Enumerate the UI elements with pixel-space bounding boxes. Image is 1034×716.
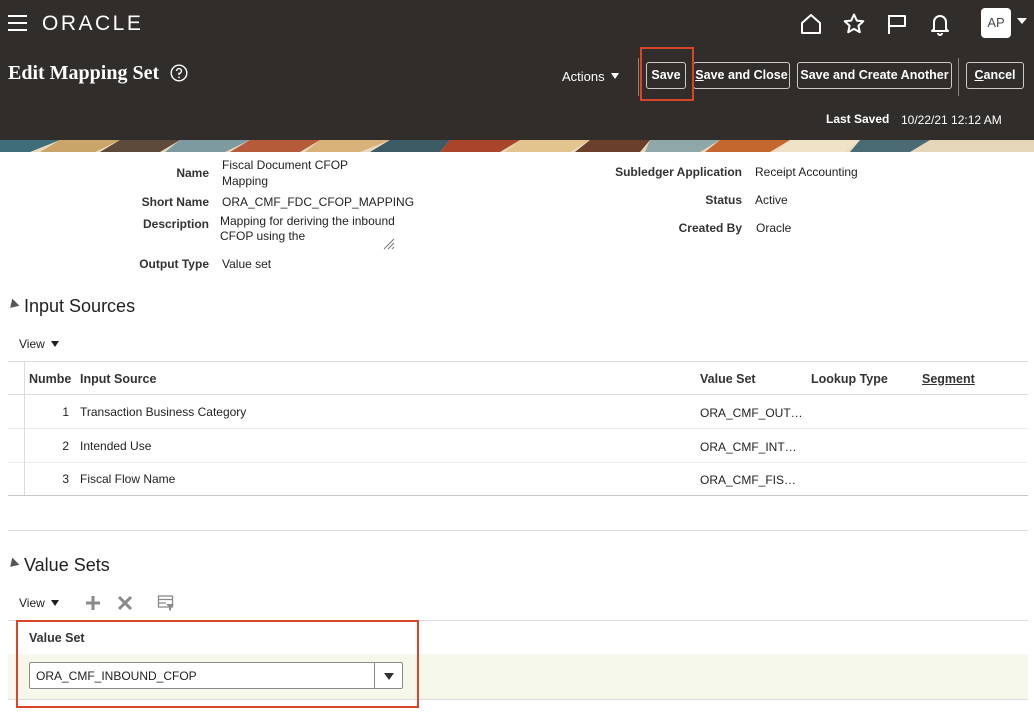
subledger-application-label: Subledger Application — [615, 165, 742, 179]
save-and-close-button[interactable]: Save and Close — [693, 62, 790, 89]
resize-handle-icon[interactable] — [381, 236, 395, 250]
actions-menu[interactable]: Actions — [562, 69, 619, 84]
watchlist-flag-icon[interactable] — [885, 12, 909, 36]
input-sources-view-menu[interactable]: View — [19, 337, 59, 351]
status-label: Status — [705, 193, 742, 207]
row-input-source: Transaction Business Category — [80, 405, 247, 419]
row-input-source: Fiscal Flow Name — [80, 472, 176, 486]
menu-icon[interactable] — [8, 15, 27, 31]
name-label: Name — [176, 166, 209, 180]
save-and-close-mnemonic: S — [695, 68, 704, 82]
cancel-button[interactable]: Cancel — [966, 62, 1024, 89]
home-icon[interactable] — [799, 12, 823, 36]
row-selector-column — [24, 361, 25, 495]
section-divider — [8, 530, 1028, 531]
save-highlight-box — [640, 47, 694, 101]
column-header-input-source[interactable]: Input Source — [80, 372, 156, 386]
add-row-icon[interactable] — [84, 594, 102, 612]
oracle-logo[interactable]: ORACLE — [42, 12, 143, 36]
value-sets-view-menu[interactable]: View — [19, 596, 59, 610]
toolbar-divider — [638, 58, 639, 96]
row-number: 1 — [62, 405, 69, 419]
status-value: Active — [755, 193, 788, 207]
row-number: 3 — [62, 472, 69, 486]
output-type-value: Value set — [222, 257, 272, 271]
help-icon[interactable] — [170, 64, 188, 82]
table-border — [8, 495, 1028, 496]
column-header-segment[interactable]: Segment — [922, 372, 975, 386]
delete-row-icon[interactable] — [116, 594, 134, 612]
collapse-triangle-icon[interactable] — [6, 557, 20, 571]
name-value-line2: Mapping — [222, 174, 269, 188]
chevron-down-icon — [50, 600, 59, 606]
created-by-value: Oracle — [756, 221, 792, 235]
filter-table-icon[interactable] — [157, 594, 175, 612]
actions-label: Actions — [562, 69, 605, 84]
user-avatar[interactable]: AP — [981, 8, 1011, 38]
value-sets-title: Value Sets — [24, 555, 110, 575]
cancel-label: ancel — [983, 68, 1016, 82]
toolbar-divider — [958, 58, 959, 96]
subledger-application-value: Receipt Accounting — [755, 165, 858, 179]
input-sources-header[interactable]: Input Sources — [6, 296, 136, 317]
page-title: Edit Mapping Set — [8, 62, 160, 84]
table-row-divider — [8, 428, 1028, 429]
created-by-label: Created By — [678, 221, 742, 235]
decorative-banner — [0, 140, 1034, 152]
table-border — [8, 361, 1028, 362]
row-input-source: Intended Use — [80, 439, 152, 453]
chevron-down-icon[interactable] — [1017, 18, 1027, 24]
row-value-set[interactable]: ORA_CMF_FIS… — [700, 473, 796, 487]
row-number: 2 — [62, 439, 69, 453]
description-field[interactable]: Mapping for deriving the inbound CFOP us… — [220, 214, 396, 250]
chevron-down-icon — [50, 341, 59, 347]
global-header: ORACLE AP Edit Mapping Set Actions Save … — [0, 0, 1034, 140]
last-saved-value: 10/22/21 12:12 AM — [901, 113, 1002, 127]
view-label: View — [19, 596, 45, 610]
collapse-triangle-icon[interactable] — [6, 298, 20, 312]
save-and-create-another-button[interactable]: Save and Create Another — [797, 62, 952, 89]
row-value-set[interactable]: ORA_CMF_OUT… — [700, 406, 803, 420]
column-header-number[interactable]: Numbe — [29, 372, 71, 386]
row-value-set[interactable]: ORA_CMF_INT… — [700, 440, 797, 454]
column-header-value-set[interactable]: Value Set — [700, 372, 756, 386]
notifications-bell-icon[interactable] — [928, 12, 952, 36]
value-sets-header[interactable]: Value Sets — [6, 555, 110, 576]
short-name-value: ORA_CMF_FDC_CFOP_MAPPING — [222, 195, 415, 209]
save-and-close-label: ave and Close — [703, 68, 788, 82]
chevron-down-icon — [610, 73, 619, 79]
view-label: View — [19, 337, 45, 351]
last-saved-label: Last Saved — [826, 112, 890, 126]
input-sources-title: Input Sources — [24, 296, 136, 316]
table-row-divider — [8, 462, 1028, 463]
short-name-label: Short Name — [141, 195, 209, 209]
output-type-label: Output Type — [139, 257, 209, 271]
name-value-line1: Fiscal Document CFOP — [222, 158, 349, 172]
column-header-lookup-type[interactable]: Lookup Type — [811, 372, 888, 386]
table-border — [8, 394, 1028, 395]
favorites-star-icon[interactable] — [842, 12, 866, 36]
value-set-highlight-box — [16, 620, 419, 708]
cancel-mnemonic: C — [974, 68, 984, 82]
description-label: Description — [142, 217, 209, 231]
